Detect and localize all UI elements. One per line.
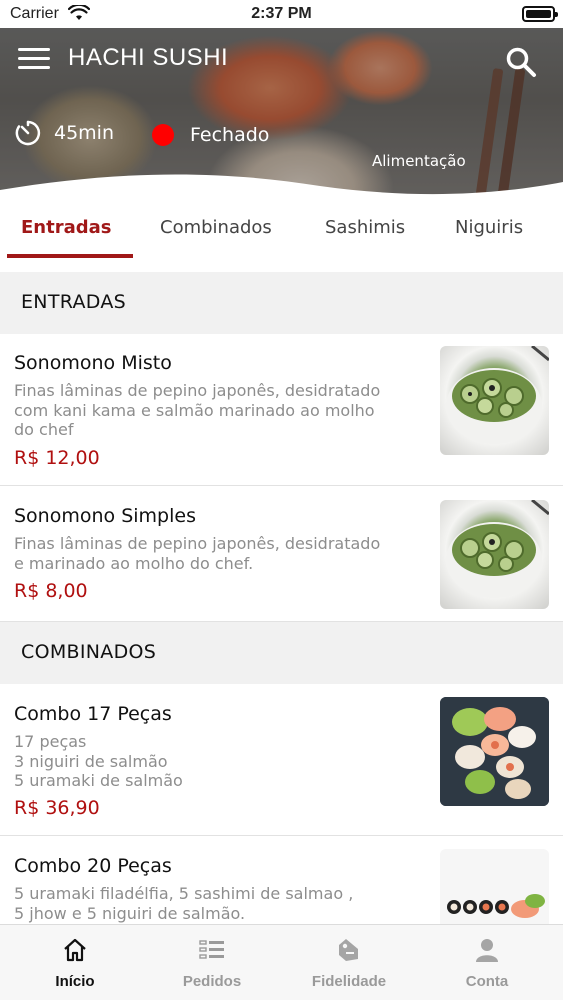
nav-label: Conta	[465, 973, 509, 990]
item-price: R$ 8,00	[14, 580, 88, 602]
hamburger-menu-icon[interactable]	[18, 48, 50, 70]
tab-entradas[interactable]: Entradas	[21, 217, 111, 238]
bottom-navigation: Início Pedidos Fidelidade Conta	[0, 924, 563, 1000]
header-wave	[0, 174, 563, 208]
nav-pedidos[interactable]: Pedidos	[142, 925, 282, 1000]
item-name: Combo 17 Peças	[14, 703, 172, 725]
menu-item[interactable]: Sonomono Simples Finas lâminas de pepino…	[0, 487, 563, 622]
tab-niguiris[interactable]: Niguiris	[455, 217, 523, 238]
orders-icon	[199, 940, 224, 959]
menu-item[interactable]: Sonomono Misto Finas lâminas de pepino j…	[0, 334, 563, 486]
item-description: 5 uramaki filadélfia, 5 sashimi de salma…	[14, 884, 354, 923]
status-bar: Carrier 2:37 PM	[0, 0, 563, 28]
home-icon	[64, 938, 86, 962]
item-price: R$ 36,90	[14, 797, 100, 819]
battery-icon	[522, 6, 558, 22]
item-photo	[440, 346, 549, 455]
timer-icon	[15, 120, 41, 146]
section-title: COMBINADOS	[21, 641, 157, 663]
restaurant-category: Alimentação	[372, 152, 466, 170]
nav-label: Início	[55, 973, 95, 990]
active-tab-indicator	[7, 254, 133, 258]
item-photo	[440, 697, 549, 806]
item-description: Finas lâminas de pepino japonês, desidra…	[14, 534, 381, 573]
category-tabs: Entradas Combinados Sashimis Niguiris	[0, 205, 563, 265]
loyalty-tag-icon	[339, 939, 358, 961]
clock: 2:37 PM	[251, 5, 312, 22]
delivery-time: 45min	[54, 122, 115, 144]
item-description: Finas lâminas de pepino japonês, desidra…	[14, 381, 381, 439]
nav-conta[interactable]: Conta	[417, 925, 557, 1000]
nav-inicio[interactable]: Início	[5, 925, 145, 1000]
restaurant-name: HACHI SUSHI	[68, 44, 229, 71]
section-title: ENTRADAS	[21, 291, 127, 313]
section-header-entradas: ENTRADAS	[0, 272, 563, 334]
item-name: Sonomono Simples	[14, 505, 196, 527]
store-status: Fechado	[190, 124, 270, 146]
item-name: Sonomono Misto	[14, 352, 172, 374]
nav-label: Pedidos	[182, 973, 242, 990]
tab-combinados[interactable]: Combinados	[160, 217, 272, 238]
account-icon	[476, 939, 498, 962]
nav-fidelidade[interactable]: Fidelidade	[279, 925, 419, 1000]
tab-sashimis[interactable]: Sashimis	[325, 217, 405, 238]
menu-item[interactable]: Combo 20 Peças 5 uramaki filadélfia, 5 s…	[0, 836, 563, 958]
item-description: 17 peças 3 niguiri de salmão 5 uramaki d…	[14, 732, 183, 790]
store-status-dot	[152, 124, 174, 146]
section-header-combinados: COMBINADOS	[0, 622, 563, 684]
nav-label: Fidelidade	[311, 973, 387, 990]
item-name: Combo 20 Peças	[14, 855, 172, 877]
search-icon[interactable]	[505, 46, 537, 78]
item-price: R$ 12,00	[14, 447, 100, 469]
menu-item[interactable]: Combo 17 Peças 17 peças 3 niguiri de sal…	[0, 684, 563, 836]
item-photo	[440, 500, 549, 609]
